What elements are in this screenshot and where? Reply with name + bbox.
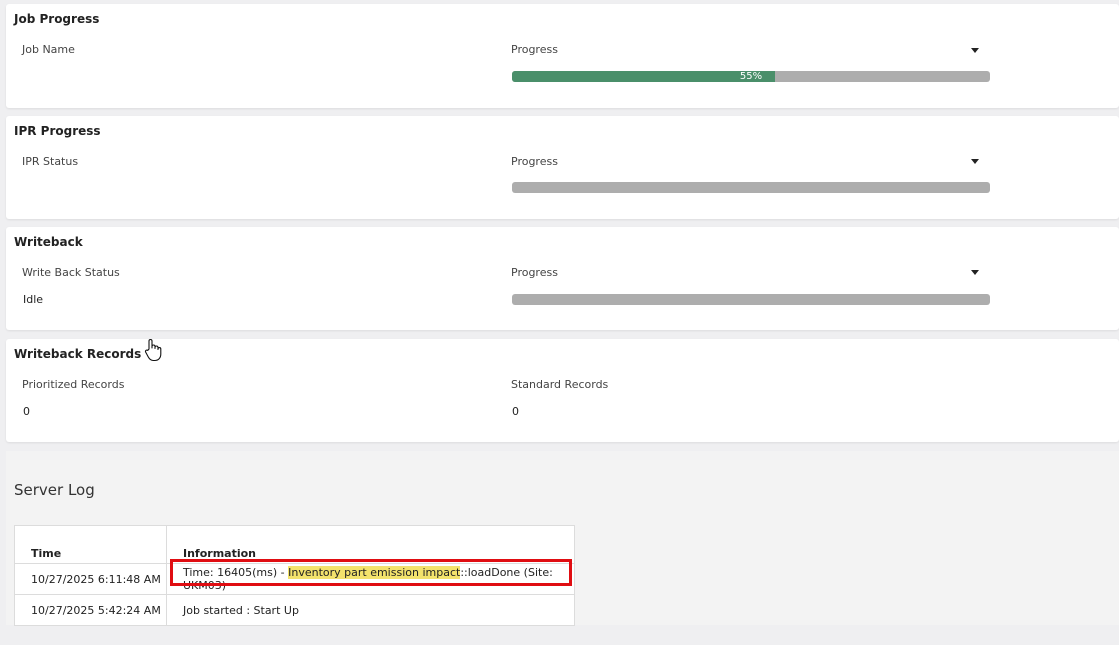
job-progress-text: 55% xyxy=(739,71,763,82)
writeback-records-title: Writeback Records xyxy=(14,347,142,361)
log-info-cell: Job started : Start Up xyxy=(166,594,575,626)
column-header-information[interactable]: Information xyxy=(166,525,575,564)
writeback-progress-dropdown-icon[interactable] xyxy=(971,270,979,275)
ipr-progress-label: Progress xyxy=(511,155,558,168)
job-progress-title: Job Progress xyxy=(14,12,100,26)
table-row[interactable]: 10/27/2025 5:42:24 AM Job started : Star… xyxy=(14,594,575,626)
server-log-panel: Server Log Time Information 10/27/2025 6… xyxy=(6,451,1119,626)
writeback-progress-bar xyxy=(512,294,990,305)
server-log-title: Server Log xyxy=(14,481,95,499)
ipr-progress-title: IPR Progress xyxy=(14,124,101,138)
prioritized-records-value: 0 xyxy=(23,405,30,418)
job-progress-bar: 55% xyxy=(512,71,990,82)
writeback-card: Writeback Write Back Status Idle Progres… xyxy=(6,227,1119,330)
job-progress-card: Job Progress Job Name Progress 55% xyxy=(6,4,1119,108)
log-time-cell: 10/27/2025 6:11:48 AM xyxy=(14,563,167,595)
job-progress-label: Progress xyxy=(511,43,558,56)
standard-records-label: Standard Records xyxy=(511,378,609,391)
write-back-status-label: Write Back Status xyxy=(22,266,120,279)
ipr-progress-card: IPR Progress IPR Status Progress xyxy=(6,116,1119,219)
writeback-title: Writeback xyxy=(14,235,83,249)
job-name-label: Job Name xyxy=(22,43,75,56)
column-header-time[interactable]: Time xyxy=(14,525,167,564)
job-progress-dropdown-icon[interactable] xyxy=(971,48,979,53)
standard-records-value: 0 xyxy=(512,405,519,418)
ipr-progress-dropdown-icon[interactable] xyxy=(971,159,979,164)
prioritized-records-label: Prioritized Records xyxy=(22,378,125,391)
log-time-cell: 10/27/2025 5:42:24 AM xyxy=(14,594,167,626)
hand-cursor-icon xyxy=(144,339,162,362)
annotation-highlight-box xyxy=(170,559,572,586)
writeback-progress-label: Progress xyxy=(511,266,558,279)
table-header-row: Time Information xyxy=(14,525,575,564)
ipr-progress-bar xyxy=(512,182,990,193)
ipr-status-label: IPR Status xyxy=(22,155,79,168)
write-back-status-value: Idle xyxy=(23,293,44,306)
writeback-records-card: Writeback Records Prioritized Records 0 … xyxy=(6,339,1119,442)
